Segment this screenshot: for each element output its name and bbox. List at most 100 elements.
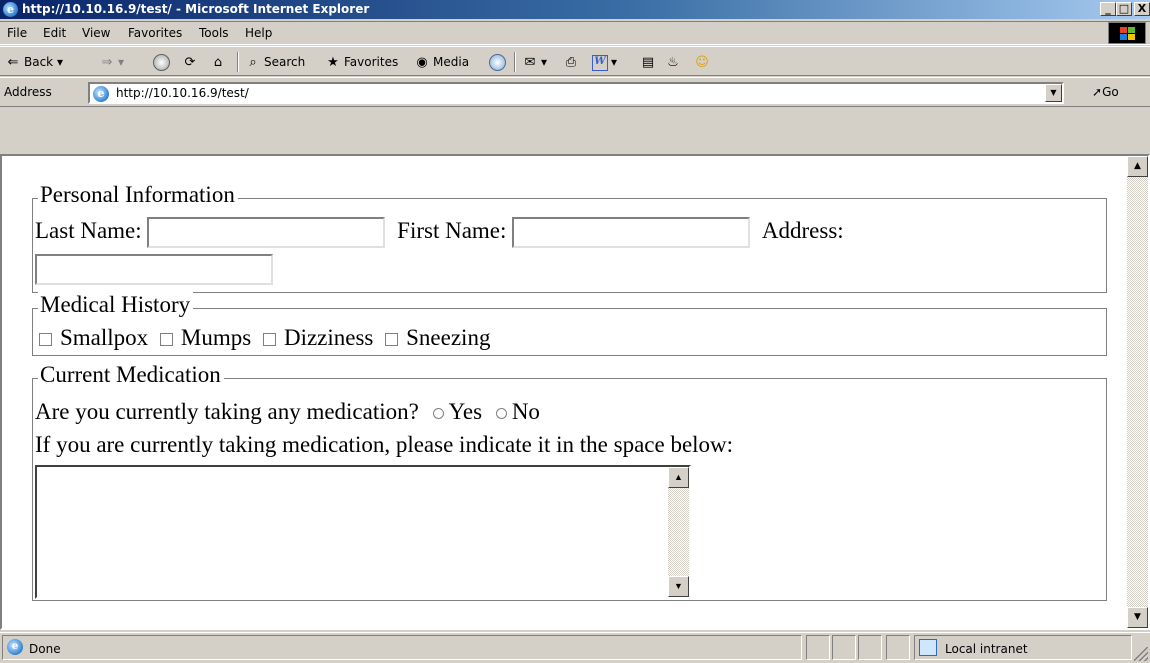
maximize-button[interactable]: □: [1116, 2, 1132, 16]
smallpox-label: Smallpox: [60, 325, 149, 350]
first-name-label: First Name:: [397, 217, 507, 243]
ie-logo-icon: e: [3, 2, 18, 17]
scroll-down-icon[interactable]: ▼: [1127, 607, 1148, 628]
medication-question: Are you currently taking any medication?: [35, 399, 419, 424]
address-label: Address: [4, 85, 52, 99]
status-main-panel: e Done: [2, 635, 802, 660]
status-panel: [858, 635, 882, 660]
discuss-icon: ▤: [641, 54, 655, 70]
mumps-label: Mumps: [180, 325, 252, 350]
medication-textarea[interactable]: ▲ ▼: [35, 465, 691, 599]
home-button[interactable]: ⌂: [210, 53, 229, 71]
menu-favorites[interactable]: Favorites: [128, 26, 182, 40]
scroll-up-icon[interactable]: ▲: [1127, 156, 1148, 177]
back-label: Back: [24, 55, 54, 69]
first-name-input[interactable]: [512, 217, 751, 248]
media-icon: ◉: [416, 54, 428, 70]
medical-history-fieldset: Medical History Smallpox Mumps Dizziness…: [32, 292, 1107, 356]
menu-file[interactable]: File: [7, 26, 27, 40]
dizziness-checkbox[interactable]: [262, 333, 276, 347]
menu-help[interactable]: Help: [245, 26, 272, 40]
browser-window: e http://10.10.16.9/test/ - Microsoft In…: [0, 0, 1150, 663]
forward-button[interactable]: ⇒ ▾: [99, 53, 124, 71]
toolbar-separator: [237, 52, 239, 72]
title-bar[interactable]: e http://10.10.16.9/test/ - Microsoft In…: [0, 0, 1150, 19]
menu-tools[interactable]: Tools: [199, 26, 229, 40]
standard-toolbar: ⇐ Back ▾ ⇒ ▾ ⟳ ⌂ ⌕ Search ★ Favorites ◉ Media…: [0, 46, 1150, 76]
window-title: http://10.10.16.9/test/ - Microsoft Inte…: [22, 2, 370, 16]
textarea-scrollbar[interactable]: ▲ ▼: [668, 467, 689, 597]
medication-question-row: Are you currently taking any medication?…: [35, 399, 540, 425]
edit-button[interactable]: W ▾: [592, 53, 617, 71]
intranet-zone-icon: [919, 639, 937, 656]
search-button[interactable]: ⌕ Search: [245, 53, 305, 71]
zone-panel: Local intranet: [914, 635, 1132, 660]
back-button[interactable]: ⇐ Back ▾: [5, 53, 63, 71]
go-button[interactable]: ➚Go: [1092, 85, 1119, 99]
page-content: Personal Information Last Name: First Na…: [2, 156, 1127, 628]
last-name-label: Last Name:: [35, 217, 142, 243]
address-field-input[interactable]: [35, 254, 273, 285]
current-medication-legend: Current Medication: [38, 362, 224, 388]
zone-text: Local intranet: [945, 642, 1028, 656]
sneezing-checkbox[interactable]: [385, 333, 399, 347]
status-page-icon: e: [7, 639, 23, 655]
status-panel: [806, 635, 830, 660]
status-bar: e Done Local intranet: [0, 632, 1150, 663]
address-url[interactable]: http://10.10.16.9/test/: [116, 86, 249, 100]
address-input[interactable]: e http://10.10.16.9/test/ ▼: [88, 82, 1064, 104]
current-medication-fieldset: Current Medication Are you currently tak…: [32, 362, 1107, 601]
print-button[interactable]: ⎙: [563, 53, 582, 71]
refresh-button[interactable]: ⟳: [182, 53, 201, 71]
back-arrow-icon: ⇐: [7, 54, 19, 70]
messenger-icon: ♨: [667, 54, 679, 70]
refresh-icon: ⟳: [184, 54, 196, 70]
toolbar-separator: [514, 52, 516, 72]
smallpox-checkbox[interactable]: [39, 333, 52, 347]
favorites-label: Favorites: [344, 55, 399, 69]
personal-information-fieldset: Personal Information Last Name: First Na…: [32, 182, 1107, 293]
media-label: Media: [433, 55, 470, 69]
print-icon: ⎙: [565, 54, 577, 70]
search-label: Search: [264, 55, 306, 69]
textarea-scroll-down-icon[interactable]: ▼: [668, 576, 689, 597]
discuss-button[interactable]: ▤: [640, 53, 659, 71]
yahoo-button[interactable]: ☺: [694, 53, 713, 71]
mail-button[interactable]: ✉ ▾: [522, 53, 547, 71]
dizziness-label: Dizziness: [283, 325, 374, 350]
address-dropdown-button[interactable]: ▼: [1045, 84, 1062, 102]
yahoo-smiley-icon: ☺: [695, 54, 709, 70]
no-label: No: [511, 399, 540, 424]
close-button[interactable]: X: [1134, 2, 1150, 16]
status-text: Done: [29, 642, 61, 656]
menu-view[interactable]: View: [82, 26, 110, 40]
stop-icon[interactable]: [153, 54, 170, 71]
media-button[interactable]: ◉ Media: [414, 53, 469, 71]
mumps-checkbox[interactable]: [159, 333, 173, 347]
last-name-input[interactable]: [147, 217, 386, 248]
page-vertical-scrollbar[interactable]: ▲ ▼: [1127, 156, 1148, 628]
home-icon: ⌂: [213, 54, 223, 70]
history-icon[interactable]: [489, 54, 506, 71]
yes-label: Yes: [448, 399, 483, 424]
page-viewport: Personal Information Last Name: First Na…: [0, 154, 1150, 630]
forward-arrow-icon: ⇒: [101, 54, 113, 70]
status-panel: [886, 635, 910, 660]
minimize-button[interactable]: _: [1100, 2, 1116, 16]
resize-grip-icon[interactable]: [1134, 647, 1148, 661]
messenger-button[interactable]: ♨: [665, 53, 684, 71]
status-panel: [832, 635, 856, 660]
medication-instruction: If you are currently taking medication, …: [35, 432, 734, 457]
mail-icon: ✉: [524, 54, 536, 70]
yes-radio[interactable]: [432, 408, 444, 420]
textarea-scroll-up-icon[interactable]: ▲: [668, 467, 689, 488]
menu-edit[interactable]: Edit: [43, 26, 66, 40]
name-row: Last Name: First Name: Address:: [35, 217, 844, 248]
sneezing-label: Sneezing: [406, 325, 491, 350]
go-label: Go: [1102, 85, 1119, 99]
favorites-button[interactable]: ★ Favorites: [325, 53, 398, 71]
no-radio[interactable]: [495, 408, 507, 420]
go-arrow-icon: ➚: [1092, 85, 1103, 99]
menu-bar: File Edit View Favorites Tools Help: [0, 21, 1150, 45]
word-edit-icon: W: [592, 54, 608, 71]
